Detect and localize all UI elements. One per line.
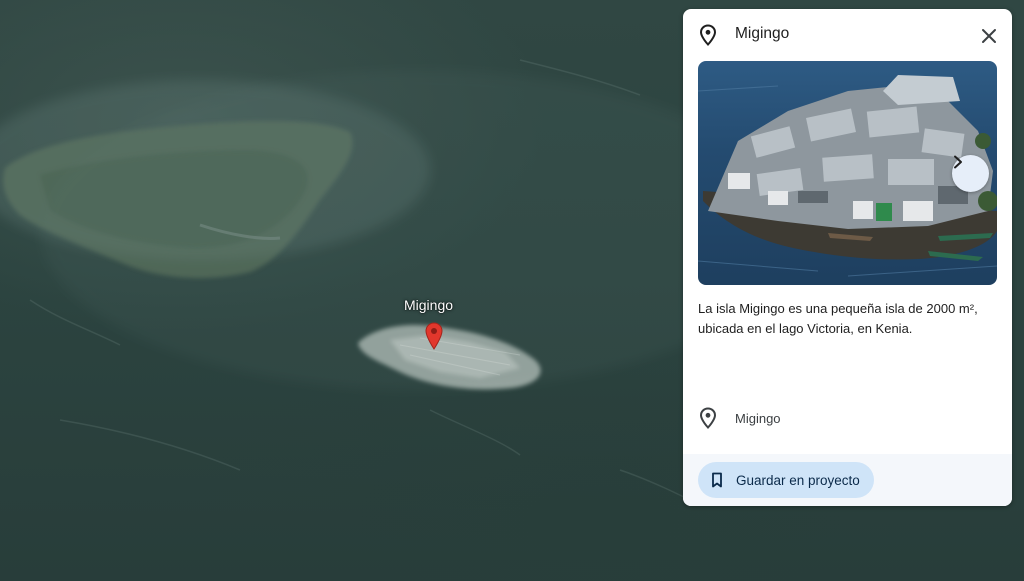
card-footer: Guardar en proyecto <box>683 454 1012 506</box>
chevron-right-icon <box>954 155 962 169</box>
place-info-card: Migingo La isla Migingo es una pequeña i… <box>683 9 1012 506</box>
save-button-label: Guardar en proyecto <box>736 472 860 488</box>
map-marker-pin-icon[interactable] <box>425 322 443 350</box>
bookmark-icon <box>710 472 724 488</box>
address-text: Migingo <box>735 411 781 426</box>
close-button[interactable] <box>976 23 1002 49</box>
card-header: Migingo <box>683 9 1012 59</box>
next-photo-button[interactable] <box>952 155 989 192</box>
address-row: Migingo <box>683 402 1012 432</box>
card-title: Migingo <box>735 25 790 42</box>
place-photo[interactable] <box>698 61 997 285</box>
close-icon <box>982 29 996 43</box>
location-pin-icon <box>699 407 717 429</box>
map-place-label[interactable]: Migingo <box>404 297 453 313</box>
location-pin-icon <box>699 24 717 46</box>
save-to-project-button[interactable]: Guardar en proyecto <box>698 462 874 498</box>
place-description: La isla Migingo es una pequeña isla de 2… <box>698 301 978 336</box>
